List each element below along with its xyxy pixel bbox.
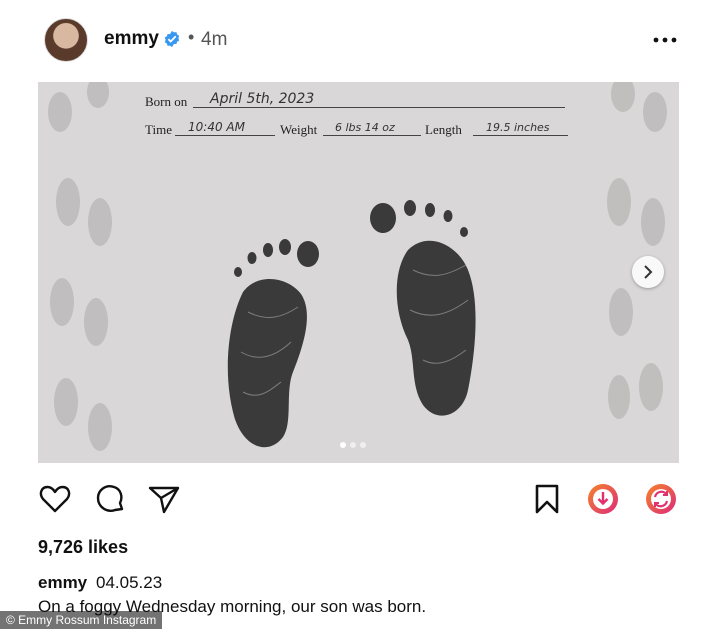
born-on-label: Born on (145, 94, 188, 109)
verified-icon (164, 30, 180, 48)
post-time: 4m (201, 29, 228, 50)
border-footprints-left (48, 82, 112, 451)
caption-username[interactable]: emmy (38, 573, 87, 593)
avatar[interactable] (44, 18, 88, 62)
bookmark-icon[interactable] (530, 482, 564, 516)
weight-label: Weight (280, 122, 318, 137)
photo-credit: © Emmy Rossum Instagram (0, 611, 163, 629)
carousel-dot (360, 442, 366, 448)
time-value: 10:40 AM (188, 120, 245, 134)
time-separator: • (188, 27, 195, 47)
username[interactable]: emmy (104, 28, 159, 50)
time-label: Time (145, 122, 172, 137)
carousel-next-button[interactable] (632, 256, 664, 288)
post-header: emmy • 4m (0, 0, 720, 82)
caption-date: 04.05.23 (96, 573, 163, 592)
comment-icon[interactable] (93, 482, 127, 516)
carousel-dot (350, 442, 356, 448)
born-on-value: April 5th, 2023 (210, 91, 315, 107)
weight-value: 6 lbs 14 oz (335, 121, 395, 134)
born-on-line (193, 107, 565, 108)
heart-icon[interactable] (38, 482, 72, 516)
left-footprint (227, 239, 319, 448)
time-line (175, 135, 275, 136)
repost-icon[interactable] (644, 482, 678, 516)
share-icon[interactable] (147, 482, 181, 516)
download-icon[interactable] (586, 482, 620, 516)
more-icon[interactable] (652, 30, 678, 50)
post-image[interactable]: Born on April 5th, 2023 Time 10:40 AM We… (38, 82, 679, 463)
length-line (473, 135, 568, 136)
right-footprint (370, 200, 476, 416)
carousel-dots (340, 435, 370, 453)
chevron-right-icon (644, 265, 653, 279)
weight-line (323, 135, 421, 136)
likes-count[interactable]: 9,726 likes (38, 537, 128, 558)
length-value: 19.5 inches (486, 121, 550, 134)
length-label: Length (425, 122, 462, 137)
carousel-dot (340, 442, 346, 448)
